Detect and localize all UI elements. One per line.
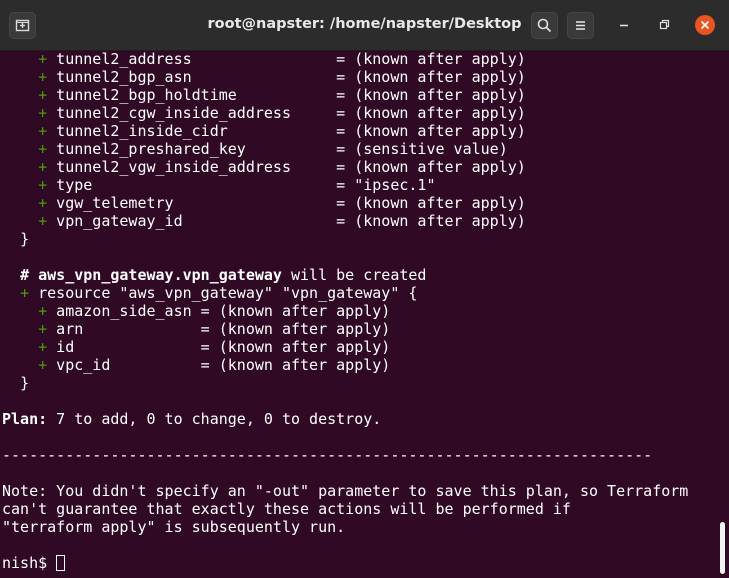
terminal-line: Plan: 7 to add, 0 to change, 0 to destro…: [2, 410, 381, 428]
bold-text: # aws_vpn_gateway.vpn_gateway: [20, 266, 282, 284]
restore-icon: [659, 19, 670, 30]
plus-marker: +: [38, 320, 48, 338]
plus-marker: +: [38, 104, 48, 122]
terminal-output[interactable]: + tunnel2_address = (known after apply) …: [0, 50, 718, 578]
terminal-line: + vpn_gateway_id = (known after apply): [2, 212, 526, 230]
line-text: tunnel2_bgp_asn = (known after apply): [47, 68, 526, 86]
maximize-button[interactable]: [655, 15, 675, 35]
terminal-line: }: [2, 374, 29, 392]
terminal-line: + resource "aws_vpn_gateway" "vpn_gatewa…: [2, 284, 417, 302]
hamburger-menu-icon: [576, 21, 585, 30]
line-text: 7 to add, 0 to change, 0 to destroy.: [47, 410, 382, 428]
line-text: }: [20, 230, 30, 248]
search-button[interactable]: [531, 12, 558, 39]
line-text: tunnel2_bgp_holdtime = (known after appl…: [47, 86, 526, 104]
plus-marker: +: [38, 68, 48, 86]
plus-marker: +: [38, 122, 48, 140]
prompt-line[interactable]: nish$: [2, 554, 66, 572]
line-text: "terraform apply" is subsequently run.: [2, 518, 346, 536]
line-text: tunnel2_address = (known after apply): [47, 50, 526, 68]
title-bar: root@napster: /home/napster/Desktop: [0, 0, 729, 51]
terminal-line: + arn = (known after apply): [2, 320, 390, 338]
terminal-line: "terraform apply" is subsequently run.: [2, 518, 345, 536]
terminal-line: + tunnel2_bgp_holdtime = (known after ap…: [2, 86, 526, 104]
line-text: tunnel2_cgw_inside_address = (known afte…: [47, 104, 526, 122]
plus-marker: +: [38, 212, 48, 230]
terminal-line: + tunnel2_inside_cidr = (known after app…: [2, 122, 526, 140]
bold-text: Plan:: [2, 410, 48, 428]
line-text: tunnel2_vgw_inside_address = (known afte…: [47, 158, 526, 176]
plus-marker: +: [20, 284, 30, 302]
line-text: arn = (known after apply): [47, 320, 391, 338]
line-text: resource "aws_vpn_gateway" "vpn_gateway"…: [29, 284, 418, 302]
close-button[interactable]: [695, 15, 715, 35]
text-cursor: [56, 555, 66, 571]
terminal-line: + tunnel2_bgp_asn = (known after apply): [2, 68, 526, 86]
shell-prompt: nish$: [2, 554, 57, 572]
line-text: can't guarantee that exactly these actio…: [2, 500, 571, 518]
menu-button[interactable]: [567, 12, 594, 39]
terminal-line: }: [2, 230, 29, 248]
terminal-line: + tunnel2_address = (known after apply): [2, 50, 526, 68]
line-text: amazon_side_asn = (known after apply): [47, 302, 391, 320]
line-text: vpc_id = (known after apply): [47, 356, 391, 374]
terminal-line: + vgw_telemetry = (known after apply): [2, 194, 526, 212]
plus-marker: +: [38, 50, 48, 68]
new-tab-button[interactable]: [9, 12, 36, 39]
terminal-line: # aws_vpn_gateway.vpn_gateway will be cr…: [2, 266, 426, 284]
terminal-line: Note: You didn't specify an "-out" param…: [2, 482, 688, 500]
line-text: ----------------------------------------…: [2, 446, 653, 464]
minimize-button[interactable]: [614, 15, 634, 35]
terminal-line: + type = "ipsec.1": [2, 176, 435, 194]
line-text: tunnel2_inside_cidr = (known after apply…: [47, 122, 526, 140]
line-text: vgw_telemetry = (known after apply): [47, 194, 526, 212]
terminal-line: + tunnel2_preshared_key = (sensitive val…: [2, 140, 508, 158]
plus-marker: +: [38, 302, 48, 320]
line-text: Note: You didn't specify an "-out" param…: [2, 482, 689, 500]
terminal-line: can't guarantee that exactly these actio…: [2, 500, 571, 518]
plus-marker: +: [38, 158, 48, 176]
line-text: will be created: [281, 266, 427, 284]
terminal-line: + id = (known after apply): [2, 338, 390, 356]
plus-marker: +: [38, 338, 48, 356]
line-text: id = (known after apply): [47, 338, 391, 356]
plus-marker: +: [38, 86, 48, 104]
new-tab-icon: [15, 19, 30, 32]
terminal-line: + vpc_id = (known after apply): [2, 356, 390, 374]
scrollbar-thumb[interactable]: [720, 522, 725, 574]
close-icon: [700, 20, 710, 30]
terminal-line: + tunnel2_cgw_inside_address = (known af…: [2, 104, 526, 122]
minimize-icon: [620, 24, 628, 27]
line-text: tunnel2_preshared_key = (sensitive value…: [47, 140, 508, 158]
line-text: }: [20, 374, 30, 392]
search-icon: [537, 18, 552, 33]
plus-marker: +: [38, 356, 48, 374]
terminal-line: + tunnel2_vgw_inside_address = (known af…: [2, 158, 526, 176]
terminal-line: ----------------------------------------…: [2, 446, 652, 464]
terminal-line: + amazon_side_asn = (known after apply): [2, 302, 390, 320]
line-text: type = "ipsec.1": [47, 176, 436, 194]
line-text: vpn_gateway_id = (known after apply): [47, 212, 526, 230]
plus-marker: +: [38, 140, 48, 158]
plus-marker: +: [38, 194, 48, 212]
plus-marker: +: [38, 176, 48, 194]
